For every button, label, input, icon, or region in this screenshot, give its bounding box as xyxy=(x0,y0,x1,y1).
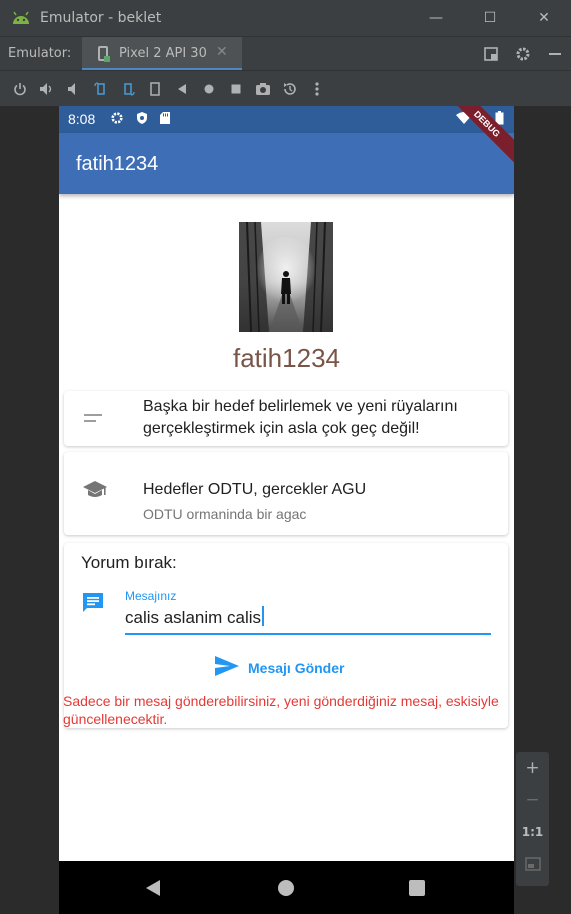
comment-header: Yorum bırak: xyxy=(81,553,177,572)
tab-pixel-2-api-30[interactable]: Pixel 2 API 30 ✕ xyxy=(82,37,242,71)
app-bar-title: fatih1234 xyxy=(76,153,159,175)
window-title: Emulator - beklet xyxy=(40,10,162,26)
single-message-warning: Sadece bir mesaj gönderebilirsiniz, yeni… xyxy=(63,693,499,727)
message-input-text: calis aslanim calis xyxy=(125,608,262,627)
android-icon xyxy=(10,10,32,26)
zoom-1-to-1-button[interactable]: 1:1 xyxy=(516,816,549,848)
volume-down-icon[interactable] xyxy=(60,77,87,101)
overview-icon[interactable] xyxy=(222,77,249,101)
android-nav-bar xyxy=(59,861,514,914)
gear-icon[interactable] xyxy=(507,37,539,71)
sd-card-status-icon xyxy=(159,111,173,125)
message-icon xyxy=(81,591,105,619)
shield-status-icon xyxy=(135,111,149,125)
snapshot-icon[interactable] xyxy=(276,77,303,101)
close-window-button[interactable]: ✕ xyxy=(517,0,571,36)
send-message-button[interactable]: Mesajı Gönder xyxy=(214,655,364,681)
rotate-left-icon[interactable] xyxy=(87,77,114,101)
quote-card: Başka bir hedef belirlemek ve yeni rüyal… xyxy=(64,391,508,446)
emulator-tab-bar: Emulator: Pixel 2 API 30 ✕ xyxy=(0,36,571,71)
zoom-in-button[interactable]: + xyxy=(516,752,549,784)
send-message-label: Mesajı Gönder xyxy=(248,660,345,676)
zoom-out-button[interactable]: − xyxy=(516,784,549,816)
short-text-icon xyxy=(84,410,104,429)
camera-icon[interactable] xyxy=(249,77,276,101)
message-field-label: Mesajınız xyxy=(125,589,177,603)
goal-card: Hedefler ODTU, gercekler AGU ODTU ormani… xyxy=(64,452,508,535)
tab-label: Pixel 2 API 30 xyxy=(119,46,207,61)
fold-icon[interactable] xyxy=(141,77,168,101)
device-status-dot xyxy=(104,56,110,62)
nav-home-icon[interactable] xyxy=(278,880,294,896)
goal-subtitle: ODTU ormaninda bir agac xyxy=(143,506,307,522)
nav-recents-icon[interactable] xyxy=(409,880,425,896)
phone-screen: 8:08 fatih1234 DEBUG fatih1234 Başka bir… xyxy=(59,106,514,914)
quote-line-2: gerçekleştirmek için asla çok geç değil! xyxy=(143,420,420,437)
profile-photo xyxy=(239,222,333,332)
send-icon xyxy=(214,655,240,681)
school-icon xyxy=(83,480,107,504)
volume-up-icon[interactable] xyxy=(33,77,60,101)
profile-username: fatih1234 xyxy=(233,343,340,373)
quote-line-1: Başka bir hedef belirlemek ve yeni rüyal… xyxy=(143,398,458,415)
minimize-button[interactable]: — xyxy=(409,0,463,36)
message-input-underline xyxy=(125,633,491,635)
text-caret xyxy=(262,606,265,626)
hide-panel-icon[interactable] xyxy=(539,37,571,71)
more-options-icon[interactable] xyxy=(303,77,330,101)
status-time: 8:08 xyxy=(68,111,96,127)
fit-screen-icon[interactable] xyxy=(516,848,549,880)
app-bar: fatih1234 xyxy=(59,133,514,194)
layout-icon[interactable] xyxy=(475,37,507,71)
comment-card: Yorum bırak: Mesajınız calis aslanim cal… xyxy=(63,543,508,728)
tab-close-icon[interactable]: ✕ xyxy=(216,44,228,60)
power-icon[interactable] xyxy=(6,77,33,101)
status-bar: 8:08 xyxy=(59,106,514,133)
goal-title: Hedefler ODTU, gercekler AGU xyxy=(143,481,367,498)
rotate-right-icon[interactable] xyxy=(114,77,141,101)
message-input[interactable]: calis aslanim calis xyxy=(125,606,265,628)
settings-status-icon xyxy=(110,111,124,125)
zoom-panel: + − 1:1 xyxy=(516,752,549,886)
back-icon[interactable] xyxy=(168,77,195,101)
emulator-label: Emulator: xyxy=(8,46,72,61)
window-title-bar: Emulator - beklet — ☐ ✕ xyxy=(0,0,571,36)
maximize-button[interactable]: ☐ xyxy=(463,0,517,36)
nav-back-icon[interactable] xyxy=(146,880,160,896)
emulator-toolbar xyxy=(0,70,571,106)
home-icon[interactable] xyxy=(195,77,222,101)
